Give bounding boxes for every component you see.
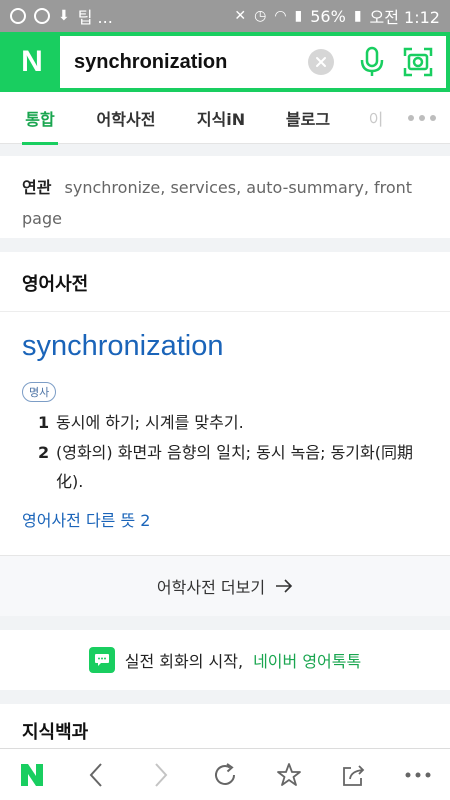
tab-blog[interactable]: 블로그 (282, 92, 334, 144)
tab-knowledge-in[interactable]: 지식iN (195, 92, 247, 144)
bookmark-button[interactable] (265, 751, 313, 799)
mute-icon: ✕ (234, 8, 247, 24)
alarm-icon: ◷ (254, 8, 267, 24)
definition-number: 1 (38, 413, 50, 432)
encyclopedia-section: 지식백과 (0, 704, 450, 754)
status-time: 오전 1:12 (369, 8, 440, 27)
share-icon (342, 764, 364, 786)
download-icon: ⬇ (58, 8, 70, 24)
star-icon (277, 762, 302, 786)
english-dictionary-card: 영어사전 synchronization 명사 1 동시에 하기; 시계를 맞추… (0, 252, 450, 616)
back-button[interactable] (72, 751, 120, 799)
chat-icon (88, 647, 115, 673)
battery-icon: ▮ (353, 8, 362, 24)
battery-percent: 56% (310, 6, 346, 26)
tab-dictionary[interactable]: 어학사전 (92, 92, 160, 144)
naver-logo[interactable]: N (4, 36, 60, 88)
part-of-speech-badge: 명사 (22, 382, 57, 402)
wifi-icon: ◠ (274, 8, 287, 24)
definition-item: 2 (영화의) 화면과 음향의 일치; 동시 녹음; 동기화(同期化). (38, 438, 423, 496)
english-talk-banner[interactable]: 실전 회화의 시작, 네이버 영어톡톡 (0, 630, 450, 690)
related-searches: 연관 synchronize, services, auto-summary, … (0, 156, 450, 238)
definition-item: 1 동시에 하기; 시계를 맞추기. (38, 408, 423, 437)
more-tabs-button[interactable] (408, 92, 436, 144)
dot-icon (430, 115, 436, 121)
search-box: N synchronization (4, 36, 446, 88)
dictionary-see-more-button[interactable]: 어학사전 더보기 (0, 555, 450, 616)
more-meanings-link[interactable]: 영어사전 다른 뜻 2 (22, 507, 150, 531)
dictionary-header[interactable]: 영어사전 (0, 252, 450, 312)
app-notification-icon (10, 8, 26, 24)
search-header: N synchronization (0, 32, 450, 92)
status-left-text: 팁 ... (77, 8, 113, 27)
dot-icon (408, 115, 414, 121)
tab-partial[interactable]: 이 (368, 92, 384, 144)
dictionary-word[interactable]: synchronization (22, 330, 224, 363)
more-menu-button[interactable] (394, 751, 442, 799)
related-terms[interactable]: synchronize, services, auto-summary, fro… (22, 178, 412, 228)
status-bar: ⬇ 팁 ... ✕ ◷ ◠ ▮ 56% ▮ 오전 1:12 (0, 0, 450, 32)
signal-icon: ▮ (294, 8, 303, 24)
browser-bottom-nav (0, 748, 450, 800)
see-more-label: 어학사전 더보기 (156, 578, 266, 597)
definition-text: (영화의) 화면과 음향의 일치; 동시 녹음; 동기화(同期化). (56, 443, 413, 491)
encyclopedia-title[interactable]: 지식백과 (22, 722, 88, 743)
refresh-icon (214, 762, 235, 785)
refresh-button[interactable] (201, 751, 249, 799)
n-logo-icon (21, 763, 44, 786)
clear-icon (316, 57, 326, 67)
talk-notification-icon (34, 8, 50, 24)
related-label: 연관 (22, 178, 52, 197)
talk-prefix: 실전 회화의 시작, (124, 652, 244, 671)
definition-number: 2 (38, 443, 50, 462)
home-button[interactable] (8, 751, 56, 799)
search-tabs: 통합 어학사전 지식iN 블로그 이 (0, 92, 450, 145)
back-icon (90, 762, 103, 787)
camera-lens-icon (403, 47, 433, 77)
talk-link[interactable]: 네이버 영어톡톡 (253, 648, 361, 672)
forward-button[interactable] (137, 751, 185, 799)
dot-icon (419, 115, 425, 121)
image-search-button[interactable] (400, 44, 436, 80)
more-icon (405, 772, 431, 777)
arrow-right-icon (276, 579, 293, 593)
mic-icon (360, 46, 384, 76)
share-button[interactable] (330, 751, 378, 799)
forward-icon (154, 762, 168, 787)
voice-search-button[interactable] (354, 44, 390, 80)
search-input[interactable]: synchronization (60, 51, 308, 74)
tab-integrated[interactable]: 통합 (22, 92, 58, 145)
clear-button[interactable] (308, 49, 334, 75)
definition-text: 동시에 하기; 시계를 맞추기. (56, 413, 244, 432)
